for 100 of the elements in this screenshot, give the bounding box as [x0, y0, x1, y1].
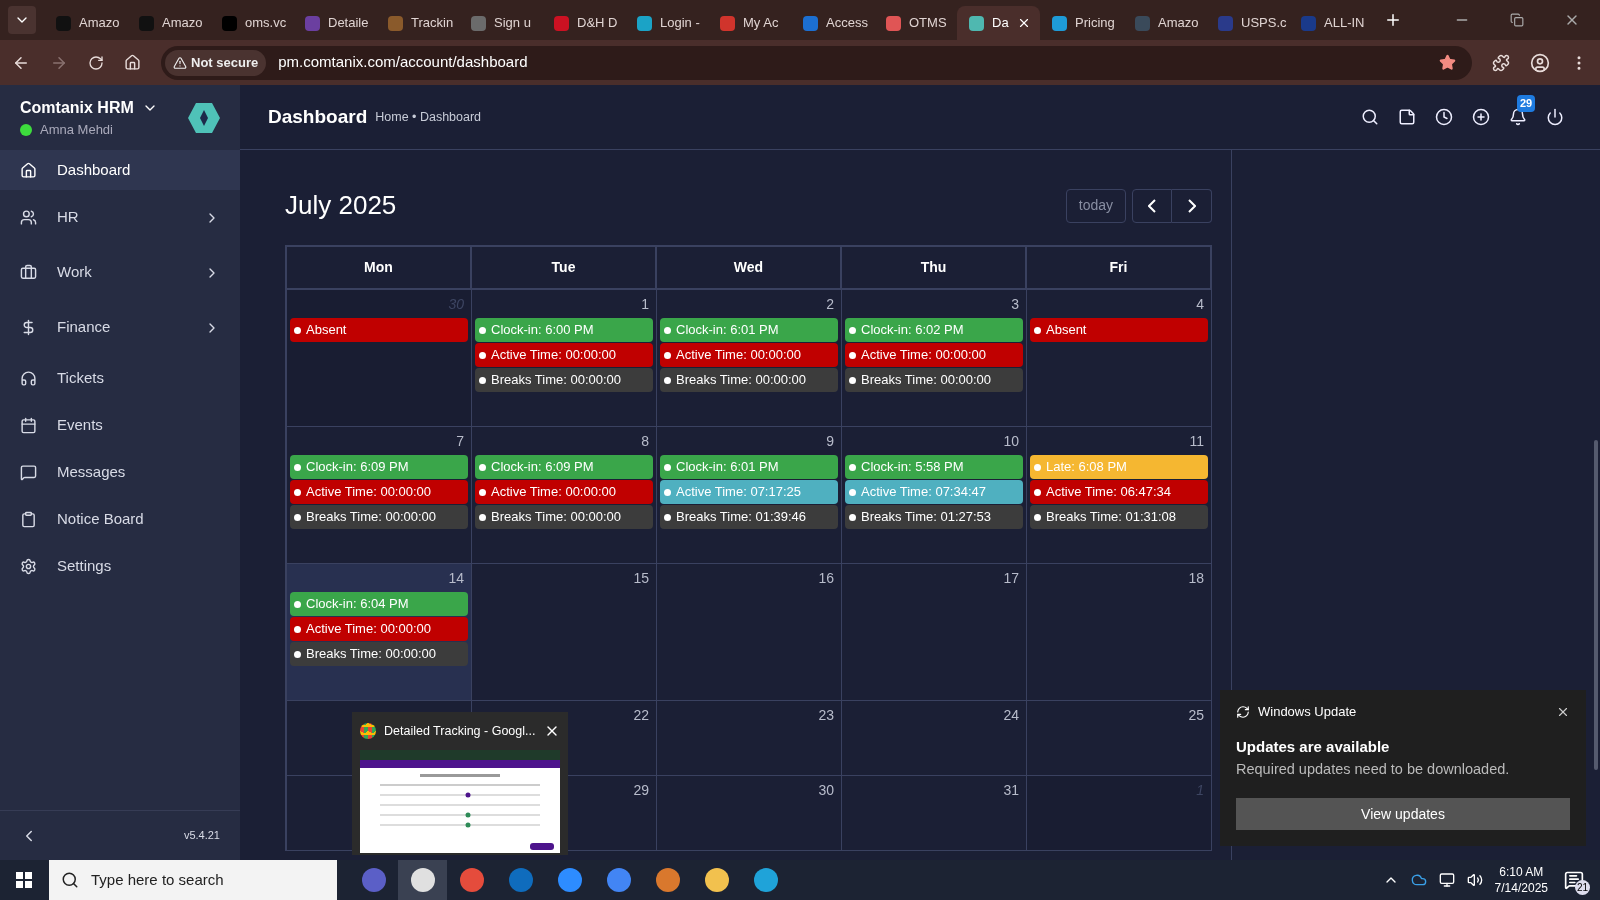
- day-number[interactable]: 2: [826, 294, 834, 318]
- day-number[interactable]: 16: [818, 568, 834, 592]
- day-number[interactable]: 8: [641, 431, 649, 455]
- calendar-event[interactable]: Breaks Time: 00:00:00: [475, 368, 653, 392]
- browser-tab[interactable]: ALL-IN: [1289, 6, 1372, 40]
- calendar-event[interactable]: Absent: [290, 318, 468, 342]
- address-bar[interactable]: Not secure pm.comtanix.com/account/dashboard: [161, 45, 1472, 80]
- search-icon[interactable]: [1361, 108, 1379, 126]
- nav-item[interactable]: HR: [0, 190, 240, 245]
- view-updates-button[interactable]: View updates: [1236, 798, 1570, 831]
- scrollbar-thumb[interactable]: [1594, 440, 1598, 770]
- nav-item[interactable]: Notice Board: [0, 496, 240, 543]
- nav-item[interactable]: Messages: [0, 449, 240, 496]
- day-number[interactable]: 29: [633, 780, 649, 804]
- day-number[interactable]: 18: [1188, 568, 1204, 592]
- nav-item[interactable]: Settings: [0, 543, 240, 590]
- calendar-event[interactable]: Active Time: 00:00:00: [475, 343, 653, 367]
- browser-tab[interactable]: OTMS: [874, 6, 957, 40]
- power-icon[interactable]: [1546, 108, 1564, 126]
- day-number[interactable]: 14: [448, 568, 464, 592]
- day-number[interactable]: 23: [818, 705, 834, 729]
- calendar-event[interactable]: Active Time: 00:00:00: [290, 480, 468, 504]
- calendar-event[interactable]: Active Time: 06:47:34: [1030, 480, 1208, 504]
- security-chip[interactable]: Not secure: [165, 49, 267, 76]
- home-icon[interactable]: [124, 54, 141, 71]
- today-button[interactable]: today: [1065, 188, 1126, 223]
- tab-list-button[interactable]: [8, 6, 36, 34]
- calendar-event[interactable]: Breaks Time: 00:00:00: [660, 368, 838, 392]
- calendar-event[interactable]: Breaks Time: 00:00:00: [290, 642, 468, 666]
- day-number[interactable]: 1: [641, 294, 649, 318]
- monitor-icon[interactable]: [1438, 872, 1455, 888]
- reload-icon[interactable]: [88, 54, 104, 71]
- day-number[interactable]: 4: [1196, 294, 1204, 318]
- event-label: Absent: [1046, 321, 1087, 340]
- close-icon[interactable]: [1556, 705, 1570, 719]
- windows-logo-icon[interactable]: [16, 872, 32, 888]
- day-number[interactable]: 15: [633, 568, 649, 592]
- day-number[interactable]: 10: [1003, 431, 1019, 455]
- new-tab-icon[interactable]: [1384, 11, 1402, 29]
- browser-tab[interactable]: D&H D: [542, 6, 625, 40]
- day-number[interactable]: 22: [633, 705, 649, 729]
- calendar-event[interactable]: Breaks Time: 00:00:00: [845, 368, 1023, 392]
- extensions-icon[interactable]: [1492, 53, 1510, 72]
- browser-tab[interactable]: Sign u: [459, 6, 542, 40]
- browser-tab[interactable]: My Ac: [708, 6, 791, 40]
- cloud-icon[interactable]: [1410, 872, 1427, 888]
- day-number[interactable]: 25: [1188, 705, 1204, 729]
- next-button[interactable]: [1172, 188, 1212, 223]
- calendar-event[interactable]: Breaks Time: 01:31:08: [1030, 505, 1208, 529]
- calendar-event[interactable]: Breaks Time: 01:39:46: [660, 505, 838, 529]
- day-number[interactable]: 7: [456, 431, 464, 455]
- note-icon[interactable]: [1398, 108, 1416, 126]
- nav-item[interactable]: Finance: [0, 300, 240, 355]
- nav-item[interactable]: Events: [0, 402, 240, 449]
- day-number[interactable]: 11: [1189, 431, 1204, 455]
- calendar-event[interactable]: Active Time: 00:00:00: [290, 617, 468, 641]
- nav-item[interactable]: Tickets: [0, 355, 240, 402]
- day-number[interactable]: 31: [1003, 780, 1019, 804]
- nav-item[interactable]: Dashboard: [0, 150, 240, 190]
- browser-tab[interactable]: Amazo: [127, 6, 210, 40]
- profile-icon[interactable]: [1530, 52, 1550, 73]
- window-preview[interactable]: Detailed Tracking - Googl...: [352, 712, 568, 855]
- day-number[interactable]: 30: [818, 780, 834, 804]
- browser-tab[interactable]: Da: [957, 6, 1040, 40]
- taskbar-search-field[interactable]: Type here to search: [49, 860, 337, 900]
- browser-tab[interactable]: oms.vc: [210, 6, 293, 40]
- calendar-event[interactable]: Active Time: 00:00:00: [475, 480, 653, 504]
- browser-tab[interactable]: USPS.c: [1206, 6, 1289, 40]
- day-number[interactable]: 9: [826, 431, 834, 455]
- browser-tab[interactable]: Amazo: [1123, 6, 1206, 40]
- headset-icon: [20, 370, 37, 387]
- browser-tab[interactable]: Pricing: [1040, 6, 1123, 40]
- day-number[interactable]: 24: [1003, 705, 1019, 729]
- calendar-event[interactable]: Breaks Time: 00:00:00: [290, 505, 468, 529]
- browser-tab[interactable]: Detaile: [293, 6, 376, 40]
- calendar-event[interactable]: Active Time: 00:00:00: [845, 343, 1023, 367]
- day-number[interactable]: 17: [1003, 568, 1019, 592]
- previous-button[interactable]: [1132, 188, 1172, 223]
- add-icon[interactable]: [1472, 108, 1490, 126]
- volume-icon[interactable]: [1466, 872, 1483, 888]
- calendar-event[interactable]: Absent: [1030, 318, 1208, 342]
- restore-icon[interactable]: [1510, 13, 1524, 27]
- tab-title: Login -: [660, 14, 700, 33]
- tab-title: oms.vc: [245, 14, 287, 33]
- tab-title: Access: [826, 14, 868, 33]
- calendar-event[interactable]: Active Time: 00:00:00: [660, 343, 838, 367]
- nav-item[interactable]: Work: [0, 245, 240, 300]
- browser-tab[interactable]: Trackin: [376, 6, 459, 40]
- browser-tab[interactable]: Access: [791, 6, 874, 40]
- day-number[interactable]: 3: [1011, 294, 1019, 318]
- event-label: Clock-in: 6:09 PM: [491, 458, 594, 477]
- clock-icon[interactable]: [1435, 108, 1453, 126]
- calendar-event[interactable]: Breaks Time: 01:27:53: [845, 505, 1023, 529]
- browser-tab[interactable]: Login -: [625, 6, 708, 40]
- bookmark-star-icon[interactable]: [1439, 54, 1456, 71]
- message-icon: [20, 464, 37, 481]
- taskbar-app-icon[interactable]: [398, 860, 447, 900]
- bell-icon[interactable]: [1509, 108, 1527, 126]
- browser-tab[interactable]: Amazo: [44, 6, 127, 40]
- calendar-event[interactable]: Breaks Time: 00:00:00: [475, 505, 653, 529]
